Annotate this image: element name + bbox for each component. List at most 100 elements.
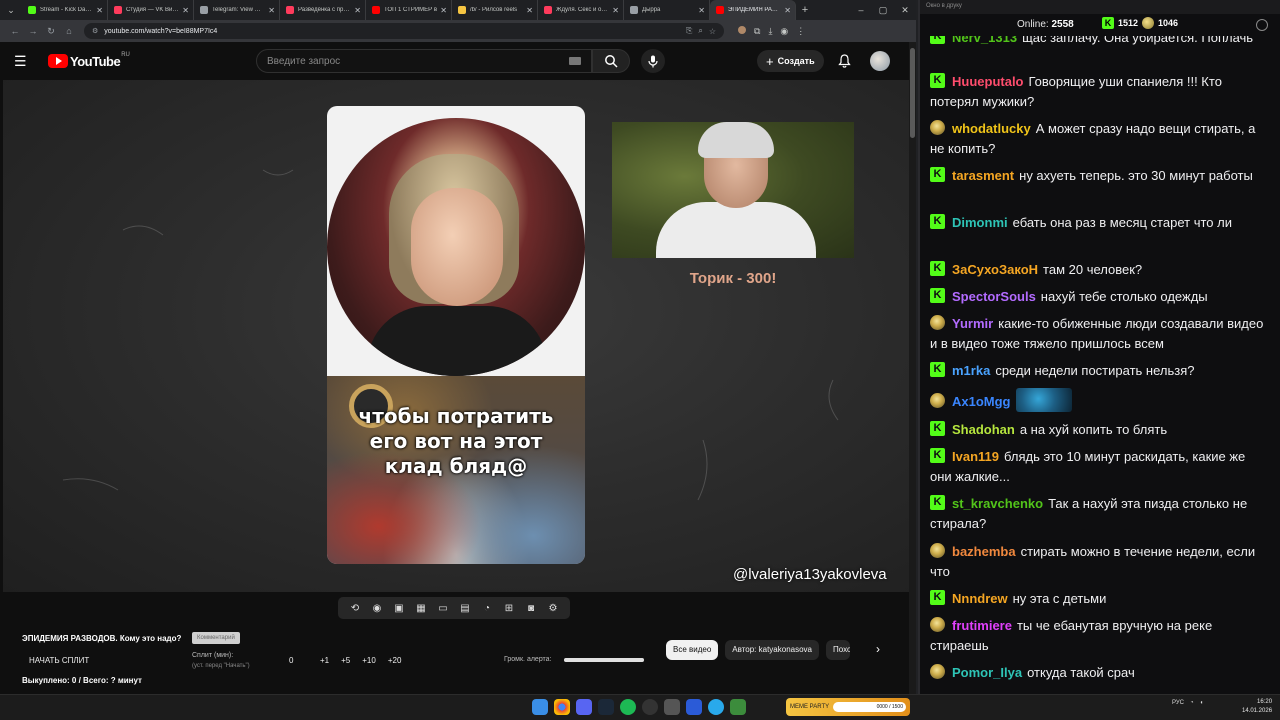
meme-party-widget[interactable]: MEME PARTY 0000 / 1500 (786, 698, 910, 716)
media-player-icon[interactable] (686, 699, 702, 715)
chat-username[interactable]: Nnndrew (952, 591, 1008, 606)
site-info-icon[interactable]: ⚙ (92, 27, 98, 35)
browser-tab[interactable]: Разведёнка с прице ✕ (280, 0, 366, 20)
maximize-icon[interactable]: ▢ (872, 0, 894, 20)
chat-username[interactable]: Ivan119 (952, 449, 999, 464)
comment-button[interactable]: Комментарий (192, 632, 240, 644)
increment-20-button[interactable]: +20 (388, 656, 402, 665)
volume-icon[interactable]: ◖ (1200, 700, 1204, 706)
audio-wave-icon[interactable]: ◉ (370, 601, 384, 615)
chat-username[interactable]: Ax1oMgg (952, 394, 1011, 409)
speed-gauge-icon[interactable]: ◔ (480, 601, 494, 615)
browser-tab[interactable]: Студия — VK Видео ✕ (108, 0, 194, 20)
tab-close-icon[interactable]: ✕ (698, 6, 705, 15)
browser-tab[interactable]: /b/ - Рилсов reels ✕ (452, 0, 538, 20)
cast-icon[interactable]: ▣ (392, 601, 406, 615)
search-button[interactable] (592, 49, 630, 73)
kebab-menu-icon[interactable]: ⋮ (796, 26, 805, 37)
settings-gear-icon[interactable]: ⚙ (546, 601, 560, 615)
forward-icon[interactable]: → (24, 26, 42, 36)
wifi-icon[interactable]: ◔ (1190, 700, 1194, 706)
chip-author[interactable]: Автор: katyakonasova (725, 640, 819, 660)
close-icon[interactable]: ✕ (894, 0, 916, 20)
chat-username[interactable]: m1rka (952, 363, 990, 378)
chat-username[interactable]: Huueputalo (952, 74, 1024, 89)
chat-username[interactable]: frutimiere (952, 618, 1012, 633)
chat-username[interactable]: Shadohan (952, 422, 1015, 437)
spotify-icon[interactable] (620, 699, 636, 715)
install-icon[interactable]: ⎘ (686, 26, 692, 36)
chat-settings-icon[interactable] (1256, 19, 1268, 31)
app-icon[interactable] (664, 699, 680, 715)
chat-username[interactable]: Yurmir (952, 316, 993, 331)
browser-tab[interactable]: Stream - Kick Dashb ✕ (22, 0, 108, 20)
chat-username[interactable]: tarasment (952, 168, 1014, 183)
chat-username[interactable]: ЗаСухоЗакоН (952, 262, 1038, 277)
youtube-logo[interactable]: YouTube RU (48, 52, 130, 69)
telegram-icon[interactable] (708, 699, 724, 715)
tab-close-icon[interactable]: ✕ (96, 6, 103, 15)
chat-username[interactable]: Pomor_Ilya (952, 665, 1022, 680)
tab-close-icon[interactable]: ✕ (182, 6, 189, 15)
chat-username[interactable]: SpectorSouls (952, 289, 1036, 304)
create-button[interactable]: + Создать (757, 50, 824, 72)
page-scrollbar[interactable] (909, 42, 916, 694)
avatar[interactable] (870, 51, 890, 71)
scrollbar-thumb[interactable] (910, 48, 915, 138)
start-split-button[interactable]: НАЧАТЬ СПЛИТ (29, 656, 89, 665)
new-tab-button[interactable]: + (796, 4, 814, 16)
browser-tab[interactable]: Ждуля. Секс и отно ✕ (538, 0, 624, 20)
chrome-icon[interactable] (554, 699, 570, 715)
tab-close-icon[interactable]: ✕ (440, 6, 447, 15)
browser-tab[interactable]: ТОП 1 СТРИМЕР в ✕ (366, 0, 452, 20)
discord-icon[interactable] (576, 699, 592, 715)
chip-similar[interactable]: Похо (826, 640, 850, 660)
chat-username[interactable]: whodatlucky (952, 121, 1031, 136)
alert-volume-slider[interactable] (564, 658, 644, 662)
chat-username[interactable]: Nerv_1313 (952, 36, 1017, 45)
chat-username[interactable]: bazhemba (952, 544, 1016, 559)
tab-close-icon[interactable]: ✕ (526, 6, 533, 15)
tab-close-icon[interactable]: ✕ (784, 6, 791, 15)
minimize-icon[interactable]: – (850, 0, 872, 20)
notifications-bell-icon[interactable] (835, 52, 853, 70)
increment-10-button[interactable]: +10 (362, 656, 376, 665)
keyboard-icon[interactable] (569, 57, 581, 65)
zoom-icon[interactable]: ⌕ (698, 26, 702, 36)
reload-icon[interactable]: ↻ (42, 26, 60, 37)
tab-search-icon[interactable]: ⌄ (0, 0, 22, 20)
steam-icon[interactable] (598, 699, 614, 715)
home-icon[interactable]: ⌂ (60, 26, 78, 36)
clapperboard-icon[interactable]: ▦ (414, 601, 428, 615)
search-input[interactable]: Введите запрос (256, 49, 592, 73)
voice-search-button[interactable] (641, 49, 665, 73)
chip-all-videos[interactable]: Все видео (666, 640, 719, 660)
increment-5-button[interactable]: +5 (341, 656, 350, 665)
chat-username[interactable]: st_kravchenko (952, 496, 1043, 511)
browser-tab[interactable]: Дырра ✕ (624, 0, 710, 20)
hamburger-menu-icon[interactable]: ☰ (14, 53, 38, 70)
add-clip-icon[interactable]: ⊞ (502, 601, 516, 615)
windows-start-icon[interactable] (532, 699, 548, 715)
profile-icon[interactable]: ◉ (780, 26, 788, 37)
language-indicator[interactable]: РУС (1172, 700, 1184, 706)
browser-tab[interactable]: ЭПИДЕМИЯ РАЗВО ✕ (710, 0, 796, 20)
extensions-icon[interactable]: ⧉ (754, 26, 760, 37)
app-icon-2[interactable] (730, 699, 746, 715)
tab-close-icon[interactable]: ✕ (612, 6, 619, 15)
picture-in-picture-icon[interactable]: ▭ (436, 601, 450, 615)
system-clock[interactable]: 16:20 14.01.2026 (1242, 698, 1272, 716)
back-icon[interactable]: ← (6, 26, 24, 36)
obs-icon[interactable] (642, 699, 658, 715)
screenshot-camera-icon[interactable]: ◙ (524, 601, 538, 615)
bookmark-star-icon[interactable]: ☆ (709, 27, 716, 36)
video-player[interactable]: чтобы потратить его вот на этот клад бля… (3, 80, 909, 592)
cinema-icon[interactable]: ▤ (458, 601, 472, 615)
downloads-icon[interactable]: ⤓ (768, 26, 772, 37)
increment-1-button[interactable]: +1 (320, 656, 329, 665)
browser-tab[interactable]: Telegram: View @Pid ✕ (194, 0, 280, 20)
tab-close-icon[interactable]: ✕ (354, 6, 361, 15)
chips-next-icon[interactable]: › (876, 642, 880, 656)
address-bar[interactable]: ⚙ youtube.com/watch?v=beI88MP7Ic4 ⎘ ⌕ ☆ (84, 23, 724, 39)
tab-close-icon[interactable]: ✕ (268, 6, 275, 15)
